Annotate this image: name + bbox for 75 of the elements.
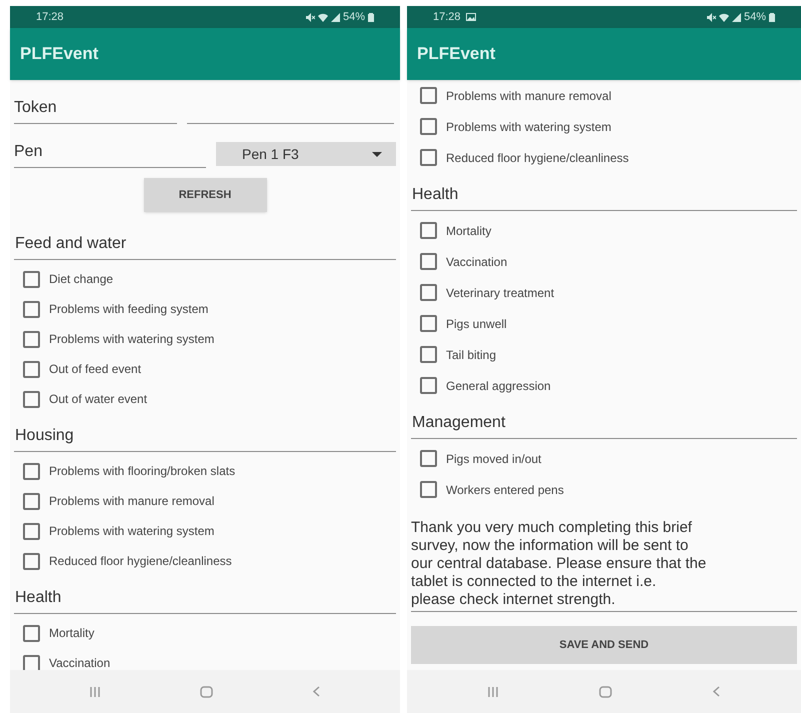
- checkbox[interactable]: [23, 390, 40, 408]
- checkbox-label: Tail biting: [446, 346, 496, 364]
- checkbox-label: Veterinary treatment: [446, 284, 554, 302]
- checkbox[interactable]: [23, 360, 40, 378]
- app-title: PLFEvent: [20, 43, 98, 66]
- signal-icon: [732, 12, 741, 22]
- refresh-button[interactable]: REFRESH: [144, 178, 266, 212]
- checkbox[interactable]: [23, 624, 40, 642]
- section-heading: Health: [14, 588, 62, 608]
- back-icon[interactable]: [313, 686, 320, 697]
- checkbox-label: Mortality: [49, 625, 94, 642]
- checkbox[interactable]: [420, 87, 437, 104]
- checkbox-label: Reduced floor hygiene/cleanliness: [446, 150, 629, 166]
- checkbox-label: Problems with watering system: [446, 118, 612, 136]
- home-icon[interactable]: [200, 686, 213, 698]
- checkbox[interactable]: [23, 492, 40, 510]
- checkbox[interactable]: [420, 450, 437, 467]
- section-heading: Feed and water: [14, 234, 126, 254]
- clock-time: 17:28: [433, 10, 461, 25]
- checkbox-label: Reduced floor hygiene/cleanliness: [49, 553, 232, 570]
- checkbox[interactable]: [23, 330, 40, 348]
- checkbox[interactable]: [23, 522, 40, 540]
- mute-icon: [306, 12, 315, 22]
- section-heading: Housing: [14, 426, 74, 446]
- pen-dropdown[interactable]: Pen 1 F3: [216, 142, 396, 166]
- checkbox-label: Vaccination: [446, 254, 508, 270]
- checkbox-label: Pigs unwell: [446, 316, 507, 332]
- wifi-icon: [718, 12, 729, 22]
- checkbox-label: Out of feed event: [49, 361, 142, 378]
- survey-message: Thank you very much completing this brief survey, now the information will be sent to our central database. Please ensure that the tablet is connected to the internet i.e. please check internet strength.: [411, 519, 797, 612]
- checkbox[interactable]: [23, 552, 40, 570]
- recent-apps-icon[interactable]: [488, 686, 498, 696]
- checkbox-label: Problems with flooring/broken slats: [49, 463, 236, 480]
- checkbox-label: Problems with watering system: [49, 523, 214, 540]
- checkbox[interactable]: [420, 315, 437, 332]
- checkbox-label: General aggression: [446, 378, 551, 394]
- app-title: PLFEvent: [417, 43, 496, 66]
- clock-time: 17:28: [36, 10, 64, 25]
- mute-icon: [706, 12, 716, 22]
- checkbox-label: Problems with feeding system: [49, 301, 208, 318]
- checkbox-label: Workers entered pens: [446, 482, 564, 498]
- checkbox[interactable]: [23, 270, 40, 288]
- checkbox[interactable]: [420, 284, 437, 301]
- battery-icon: [769, 12, 775, 22]
- checkbox[interactable]: [420, 118, 437, 135]
- checkbox-label: Vaccination: [49, 655, 110, 670]
- checkbox-label: Problems with manure removal: [49, 493, 214, 510]
- field-label: Pen: [14, 140, 206, 168]
- checkbox[interactable]: [420, 149, 437, 166]
- checkbox-label: Mortality: [446, 222, 492, 240]
- checkbox[interactable]: [420, 346, 437, 363]
- checkbox[interactable]: [420, 222, 437, 239]
- field-label: Token: [14, 96, 177, 124]
- checkbox[interactable]: [23, 300, 40, 318]
- checkbox[interactable]: [23, 462, 40, 480]
- battery-icon: [368, 12, 374, 22]
- dropdown-arrow-icon: [372, 152, 382, 156]
- checkbox-label: Diet change: [49, 271, 114, 288]
- recent-apps-icon[interactable]: [90, 686, 100, 696]
- wifi-icon: [318, 12, 328, 22]
- checkbox[interactable]: [420, 481, 437, 498]
- checkbox-label: Pigs moved in/out: [446, 450, 542, 468]
- signal-icon: [330, 12, 340, 22]
- save-and-send-button[interactable]: SAVE AND SEND: [411, 626, 797, 664]
- checkbox-label: Out of water event: [49, 391, 148, 408]
- battery-percentage: 54%: [744, 10, 766, 25]
- checkbox[interactable]: [420, 253, 437, 270]
- home-icon[interactable]: [598, 686, 612, 698]
- checkbox[interactable]: [420, 377, 437, 394]
- section-heading: Management: [411, 413, 506, 433]
- section-heading: Health: [411, 185, 458, 205]
- battery-percentage: 54%: [342, 10, 365, 25]
- checkbox-label: Problems with watering system: [49, 331, 214, 348]
- checkbox-label: Problems with manure removal: [446, 88, 612, 104]
- back-icon[interactable]: [713, 686, 720, 697]
